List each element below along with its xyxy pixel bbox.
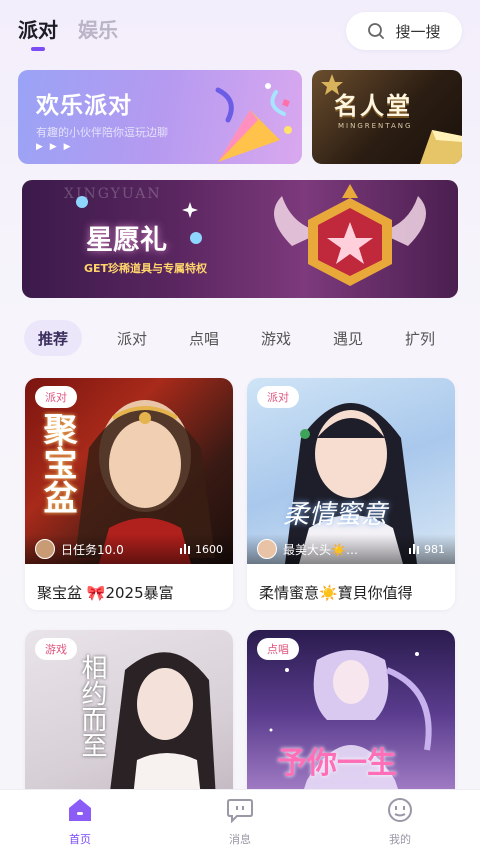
banner-wish-subtitle: GET珍稀道具与专属特权 <box>84 262 208 275</box>
nav-profile-label: 我的 <box>389 832 411 846</box>
category-tab-meet[interactable]: 遇见 <box>312 320 384 356</box>
room-popularity-count: 1600 <box>195 542 223 556</box>
category-tab-recommend[interactable]: 推荐 <box>24 320 82 356</box>
banner-hall-of-fame[interactable]: 名人堂 MINGRENTANG <box>312 70 462 164</box>
nav-home-label: 首页 <box>69 832 91 846</box>
tab-entertainment[interactable]: 娱乐 <box>78 14 118 43</box>
category-tab-party[interactable]: 派对 <box>96 320 168 356</box>
room-name: 柔情蜜意☀️寶貝你值得 <box>259 584 413 602</box>
category-tab-game[interactable]: 游戏 <box>240 320 312 356</box>
room-popularity: 1600 <box>179 542 223 557</box>
nav-messages-label: 消息 <box>229 832 251 846</box>
nav-messages[interactable]: 消息 <box>195 797 285 847</box>
banner-star-wish-gift[interactable]: XINGYUAN 星愿礼 GET珍稀道具与专属特权 <box>22 180 458 298</box>
nav-home[interactable]: 首页 <box>35 797 125 847</box>
banner-happy-party[interactable]: 欢乐派对 有趣的小伙伴陪你逗玩边聊 ▶ ▶ ▶ <box>18 70 302 164</box>
room-tag: 游戏 <box>35 638 77 660</box>
home-icon <box>66 797 94 827</box>
room-name: 聚宝盆 🎀2025暴富 <box>37 584 174 602</box>
banner-hall-subtitle: MINGRENTANG <box>338 122 413 130</box>
room-tag: 派对 <box>35 386 77 408</box>
bottom-navigation: 首页 消息 我的 <box>0 789 480 853</box>
message-icon <box>226 797 254 827</box>
room-owner-name: 日任务10.0 <box>61 542 124 557</box>
banner-party-arrows: ▶ ▶ ▶ <box>36 142 73 152</box>
bar-chart-icon <box>179 542 191 557</box>
search-button[interactable]: 搜一搜 <box>346 12 462 50</box>
room-tag: 点唱 <box>257 638 299 660</box>
room-owner-name: 最美大头☀️… <box>283 542 358 557</box>
search-label: 搜一搜 <box>395 22 441 41</box>
room-cover-overlay-text: 予你一生 <box>277 746 397 781</box>
avatar <box>35 539 55 559</box>
banner-party-title: 欢乐派对 <box>36 93 132 119</box>
room-tag: 派对 <box>257 386 299 408</box>
bar-chart-icon <box>408 542 420 557</box>
category-tab-bar: 推荐 派对 点唱 游戏 遇见 扩列 <box>24 320 456 356</box>
room-meta-bar: 日任务10.0 1600 <box>25 534 233 564</box>
category-tab-expand[interactable]: 扩列 <box>384 320 456 356</box>
nav-profile[interactable]: 我的 <box>355 797 445 847</box>
avatar <box>257 539 277 559</box>
room-card[interactable]: 柔情蜜意 派对 最美大头☀️… 981 柔情蜜意☀️寶貝你值得 <box>247 378 455 610</box>
room-popularity: 981 <box>408 542 445 557</box>
room-card[interactable]: 聚宝盆 派对 日任务10.0 1600 聚宝盆 🎀2025暴富 <box>25 378 233 610</box>
category-tab-sing[interactable]: 点唱 <box>168 320 240 356</box>
room-meta-bar: 最美大头☀️… 981 <box>247 534 455 564</box>
room-cover-overlay-text: 聚宝盆 <box>37 412 77 514</box>
banner-party-subtitle: 有趣的小伙伴陪你逗玩边聊 <box>36 126 168 139</box>
room-cover-overlay-text: 柔情蜜意 <box>283 500 388 530</box>
banner-wish-title: 星愿礼 <box>86 225 167 256</box>
room-popularity-count: 981 <box>424 542 445 556</box>
room-cover-overlay-text: 相约而至 <box>77 654 107 758</box>
top-tab-bar: 派对 娱乐 <box>18 14 118 43</box>
search-icon <box>367 22 385 40</box>
banner-hall-title: 名人堂 <box>334 92 412 120</box>
profile-icon <box>386 797 414 827</box>
tab-party[interactable]: 派对 <box>18 14 58 43</box>
